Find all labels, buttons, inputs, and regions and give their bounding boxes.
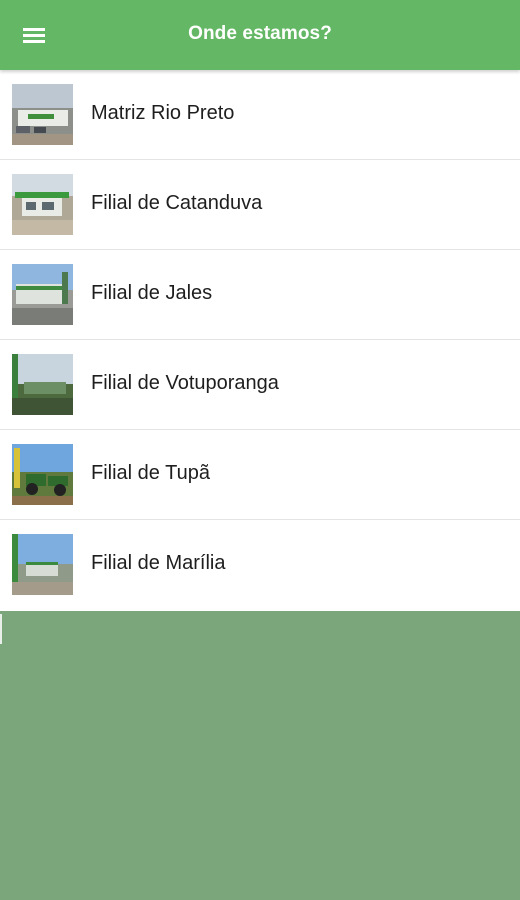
- location-item-marilia[interactable]: Filial de Marília: [0, 520, 520, 611]
- app-bar: Onde estamos?: [0, 0, 520, 70]
- storefront-photo: [12, 174, 73, 235]
- location-name: Filial de Marília: [91, 552, 226, 574]
- location-name: Filial de Tupã: [91, 462, 210, 484]
- location-item-catanduva[interactable]: Filial de Catanduva: [0, 160, 520, 250]
- location-item-rio-preto[interactable]: Matriz Rio Preto: [0, 70, 520, 160]
- location-item-jales[interactable]: Filial de Jales: [0, 250, 520, 340]
- tractors-photo: [12, 444, 73, 505]
- location-item-votuporanga[interactable]: Filial de Votuporanga: [0, 340, 520, 430]
- page-title: Onde estamos?: [188, 23, 332, 44]
- location-name: Filial de Votuporanga: [91, 372, 279, 394]
- locations-list: Matriz Rio Preto Filial de Catanduva Fil…: [0, 70, 520, 611]
- storefront-photo: [12, 354, 73, 415]
- storefront-photo: [12, 534, 73, 595]
- storefront-photo: [12, 84, 73, 145]
- storefront-photo: [12, 264, 73, 325]
- location-name: Matriz Rio Preto: [91, 102, 235, 124]
- location-name: Filial de Jales: [91, 282, 213, 304]
- edge-mark: [0, 614, 2, 644]
- location-name: Filial de Catanduva: [91, 192, 263, 214]
- location-item-tupa[interactable]: Filial de Tupã: [0, 430, 520, 520]
